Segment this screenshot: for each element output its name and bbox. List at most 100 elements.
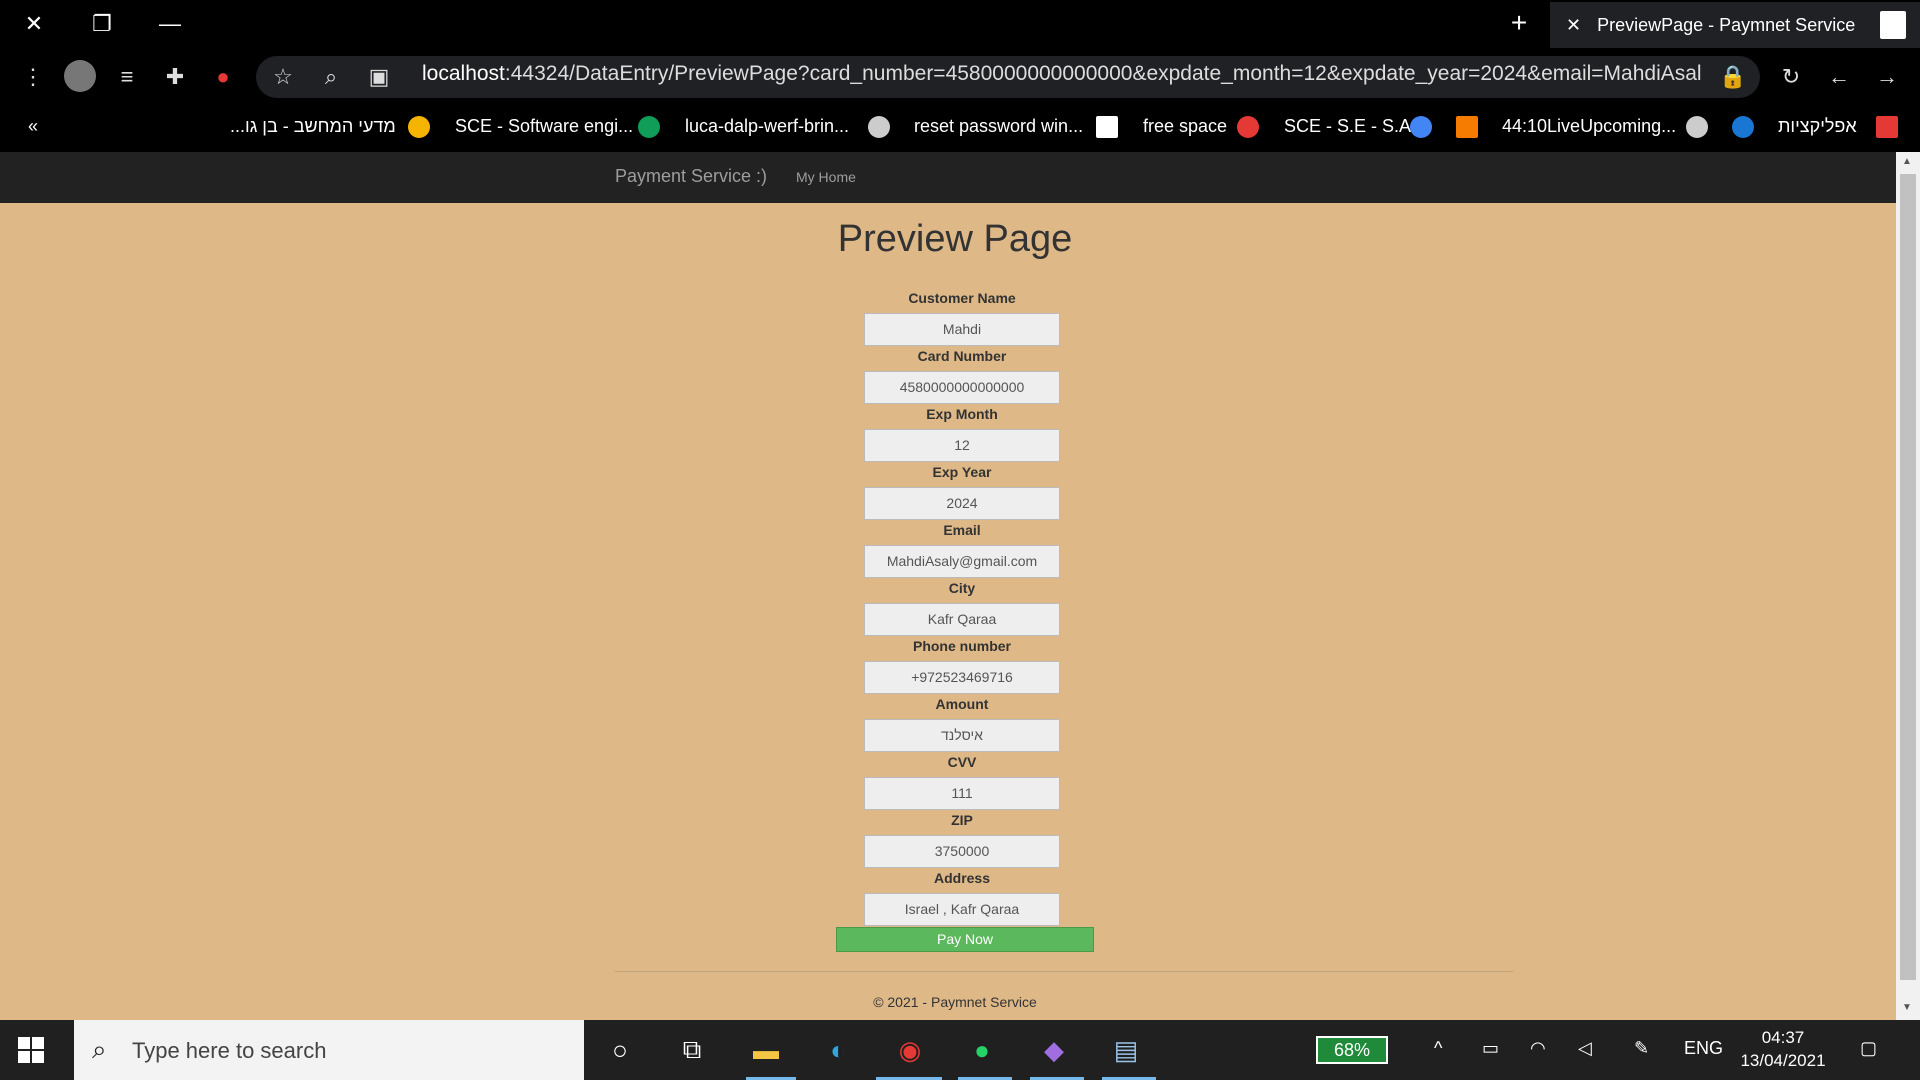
system-clock[interactable]: 04:37 13/04/2021 (1728, 1026, 1838, 1072)
customer-name-label: Customer Name (908, 290, 1016, 306)
restore-window-icon[interactable]: ❐ (84, 6, 120, 42)
bookmark-item[interactable]: SCE - Software engi... (455, 116, 633, 137)
email-field[interactable]: MahdiAsaly@gmail.com (864, 545, 1060, 578)
drive-icon (408, 116, 430, 138)
exp-year-field[interactable]: 2024 (864, 487, 1060, 520)
footer-divider (615, 971, 1513, 972)
windows-start-icon[interactable] (18, 1037, 44, 1063)
email-label: Email (943, 522, 981, 538)
menu-icon[interactable]: ⋮ (18, 62, 48, 92)
drive-icon (638, 116, 660, 138)
bookmark-star-icon[interactable]: ☆ (268, 62, 298, 92)
close-window-icon[interactable]: ✕ (16, 6, 52, 42)
page-scrollbar[interactable]: ▲ ▼ (1896, 152, 1920, 1020)
bookmark-item[interactable]: free space (1143, 116, 1227, 137)
phone-field[interactable]: +972523469716 (864, 661, 1060, 694)
search-icon: ⌕ (92, 1034, 107, 1064)
battery-icon[interactable]: ▭ (1482, 1038, 1499, 1059)
lock-icon: 🔒 (1719, 64, 1747, 89)
cortana-icon[interactable]: ○ (600, 1030, 640, 1070)
bookmark-item[interactable]: ...מדעי המחשב - בן גו (230, 116, 396, 137)
browser-chrome: ✕ ❐ — + ✕ PreviewPage - Paymnet Service … (0, 0, 1920, 152)
city-field[interactable]: Kafr Qaraa (864, 603, 1060, 636)
page-content: Payment Service :) My Home Preview Page … (0, 152, 1896, 1020)
pen-icon[interactable]: ✎ (1634, 1038, 1649, 1059)
scroll-up-icon[interactable]: ▲ (1902, 156, 1912, 167)
zip-label: ZIP (951, 812, 973, 828)
media-control-icon[interactable]: ≡ (112, 62, 142, 92)
file-explorer-icon[interactable]: ▬ (746, 1030, 786, 1070)
mega-icon (1237, 116, 1259, 138)
page-title: Preview Page (837, 218, 1073, 260)
pay-now-button[interactable]: Pay Now (836, 927, 1094, 952)
site-navbar: Payment Service :) My Home (0, 152, 1896, 203)
bookmark-apps[interactable]: אפליקציות (1778, 116, 1857, 137)
customer-name-field[interactable]: Mahdi (864, 313, 1060, 346)
profile-avatar[interactable] (64, 60, 96, 92)
url-path: :44324/DataEntry/PreviewPage?card_number… (504, 62, 1702, 85)
address-field[interactable]: Israel , Kafr Qaraa (864, 893, 1060, 926)
yandex-icon (1096, 116, 1118, 138)
page-footer: © 2021 - Paymnet Service (873, 994, 1037, 1010)
card-number-label: Card Number (917, 348, 1007, 364)
bookmark-item[interactable]: luca-dalp-werf-brin... (685, 116, 849, 137)
exp-month-label: Exp Month (926, 406, 998, 422)
whatsapp-icon[interactable]: ● (962, 1030, 1002, 1070)
apps-grid-icon[interactable] (1876, 116, 1898, 138)
clock-date: 13/04/2021 (1740, 1051, 1826, 1070)
chevron-up-icon[interactable]: ^ (1434, 1038, 1442, 1059)
amount-field[interactable]: איסלנד (864, 719, 1060, 752)
battery-indicator[interactable]: 68% (1316, 1036, 1388, 1064)
tab-favicon-icon (1880, 11, 1906, 39)
forward-icon[interactable]: → (1872, 62, 1902, 92)
notifications-icon[interactable]: ▢ (1860, 1038, 1877, 1059)
volume-icon[interactable]: ◁ (1578, 1038, 1592, 1059)
vlive-icon (1456, 116, 1478, 138)
windows-taskbar: ⌕ Type here to search ○ ⧉ ▬ ◐ ◉ ● ◆ ▤ 68… (0, 1020, 1920, 1080)
card-number-field[interactable]: 4580000000000000 (864, 371, 1060, 404)
drive-icon (1410, 116, 1432, 138)
scroll-down-icon[interactable]: ▼ (1902, 1002, 1912, 1013)
nav-link-home[interactable]: My Home (796, 169, 856, 185)
exp-year-label: Exp Year (932, 464, 992, 480)
visual-studio-icon[interactable]: ◆ (1034, 1030, 1074, 1070)
translate-icon[interactable]: ▣ (364, 62, 394, 92)
address-bar-url[interactable]: localhost:44324/DataEntry/PreviewPage?ca… (422, 62, 1702, 86)
edge-icon[interactable]: ◐ (818, 1030, 858, 1070)
cvv-label: CVV (947, 754, 977, 770)
title-bar: ✕ ❐ — + ✕ PreviewPage - Paymnet Service (0, 0, 1920, 48)
wifi-icon[interactable]: ◠ (1530, 1038, 1546, 1059)
bookmark-item[interactable]: 44:10LiveUpcoming... (1502, 116, 1676, 137)
address-label: Address (933, 870, 991, 886)
new-tab-button[interactable]: + (1504, 8, 1534, 38)
city-label: City (948, 580, 976, 596)
bookmark-item[interactable]: reset password win... (914, 116, 1083, 137)
globe-icon (868, 116, 890, 138)
extensions-icon[interactable]: ✚ (160, 62, 190, 92)
scrollbar-thumb[interactable] (1900, 174, 1916, 980)
tab-title: PreviewPage - Paymnet Service (1597, 14, 1856, 35)
language-indicator[interactable]: ENG (1684, 1038, 1723, 1059)
bookmarks-bar: « ...מדעי המחשב - בן גו SCE - Software e… (0, 104, 1920, 152)
close-tab-icon[interactable]: ✕ (1566, 15, 1581, 36)
cvv-field[interactable]: 111 (864, 777, 1060, 810)
zoom-icon[interactable]: ⌕ (316, 62, 346, 92)
phone-label: Phone number (912, 638, 1011, 654)
browser-tab[interactable]: ✕ PreviewPage - Paymnet Service (1550, 2, 1920, 48)
task-view-icon[interactable]: ⧉ (672, 1030, 712, 1070)
zip-field[interactable]: 3750000 (864, 835, 1060, 868)
chrome-icon[interactable]: ◉ (890, 1030, 930, 1070)
minimize-window-icon[interactable]: — (152, 6, 188, 42)
taskbar-search-box[interactable]: ⌕ Type here to search (74, 1020, 584, 1080)
document-app-icon[interactable]: ▤ (1106, 1030, 1146, 1070)
bookmark-item[interactable]: SCE - S.E - S.A (1284, 116, 1411, 137)
navbar-brand[interactable]: Payment Service :) (615, 166, 767, 187)
back-icon[interactable]: ← (1824, 62, 1854, 92)
reload-icon[interactable]: ↻ (1776, 62, 1806, 92)
bookmarks-overflow-button[interactable]: « (28, 116, 38, 137)
exp-month-field[interactable]: 12 (864, 429, 1060, 462)
oth-icon (1732, 116, 1754, 138)
globe-icon (1686, 116, 1708, 138)
clock-time: 04:37 (1761, 1028, 1805, 1047)
adblock-icon[interactable]: ● (208, 62, 238, 92)
